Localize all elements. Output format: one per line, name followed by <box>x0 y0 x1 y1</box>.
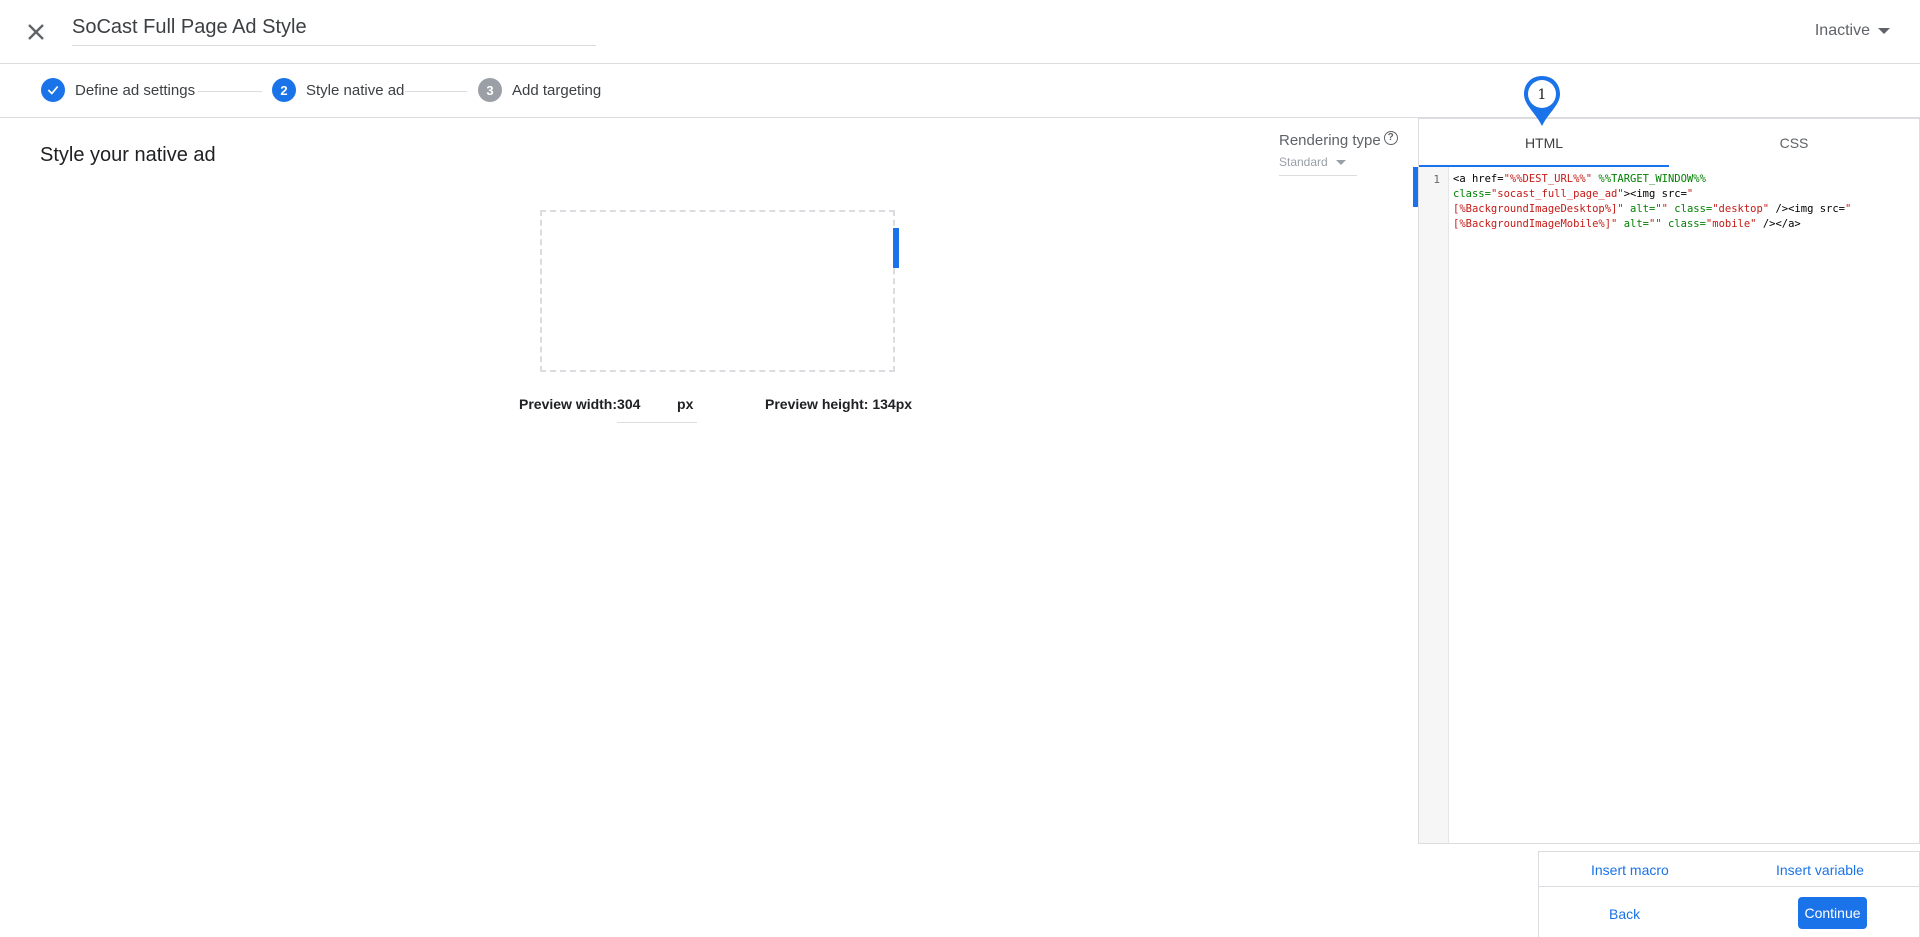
step-label: Add targeting <box>512 81 602 99</box>
step-marker-badge: 1 <box>1521 74 1563 128</box>
back-button[interactable]: Back <box>1609 906 1640 922</box>
check-icon <box>41 78 65 102</box>
insert-variable-button[interactable]: Insert variable <box>1776 862 1864 878</box>
insert-actions-row: Insert macro Insert variable <box>1539 852 1919 887</box>
step-number: 2 <box>272 78 296 102</box>
ad-name-field[interactable]: SoCast Full Page Ad Style <box>72 14 596 46</box>
rendering-type-value: Standard <box>1279 155 1328 169</box>
step-label: Define ad settings <box>75 81 196 99</box>
rendering-type-dropdown[interactable]: Standard <box>1279 155 1357 176</box>
html-code-editor[interactable]: <a href="%%DEST_URL%%" %%TARGET_WINDOW%%… <box>1453 172 1917 232</box>
tab-css[interactable]: CSS <box>1669 119 1919 167</box>
rendering-type: Rendering type ? Standard <box>1279 130 1398 176</box>
rendering-type-text: Rendering type <box>1279 132 1381 149</box>
line-gutter: 1 <box>1419 167 1449 843</box>
preview-width-unit: px <box>677 396 694 412</box>
preview-height: Preview height: 134px <box>765 396 913 412</box>
code-editor-panel: HTML CSS 1 <a href="%%DEST_URL%%" %%TARG… <box>1418 118 1920 844</box>
ad-name-input[interactable]: SoCast Full Page Ad Style <box>72 14 596 40</box>
step-add-targeting[interactable]: 3 Add targeting <box>478 78 601 102</box>
top-bar: SoCast Full Page Ad Style Inactive <box>0 0 1920 64</box>
close-button[interactable] <box>22 18 50 46</box>
line-number: 1 <box>1433 173 1440 186</box>
step-number: 3 <box>478 78 502 102</box>
editor-actions: Insert macro Insert variable Back Contin… <box>1538 851 1920 937</box>
preview-width: Preview width: 304 px <box>519 396 698 423</box>
close-icon <box>28 24 44 40</box>
step-connector <box>198 91 262 92</box>
help-icon[interactable]: ? <box>1383 130 1398 145</box>
rendering-type-label: Rendering type ? <box>1279 130 1398 149</box>
continue-button[interactable]: Continue <box>1798 897 1867 929</box>
active-tab-indicator <box>1419 165 1669 167</box>
page-title: Style your native ad <box>40 144 216 166</box>
editor-tabs: HTML CSS <box>1419 119 1919 167</box>
step-style-native-ad[interactable]: 2 Style native ad <box>272 78 404 102</box>
step-define-ad-settings[interactable]: Define ad settings <box>41 78 195 102</box>
status-value: Inactive <box>1814 22 1870 39</box>
active-line-marker <box>1413 167 1418 207</box>
badge-number: 1 <box>1538 87 1547 103</box>
step-label: Style native ad <box>306 81 405 99</box>
step-connector <box>405 91 467 92</box>
preview-width-label: Preview width: <box>519 396 618 412</box>
stepper: Define ad settings 2 Style native ad 3 A… <box>0 65 1920 118</box>
chevron-down-icon <box>1878 28 1890 34</box>
chevron-down-icon <box>1335 159 1346 165</box>
insert-macro-button[interactable]: Insert macro <box>1591 862 1669 878</box>
status-dropdown[interactable]: Inactive <box>1815 22 1890 40</box>
preview-resize-handle[interactable] <box>893 228 899 268</box>
ad-preview <box>540 210 895 372</box>
